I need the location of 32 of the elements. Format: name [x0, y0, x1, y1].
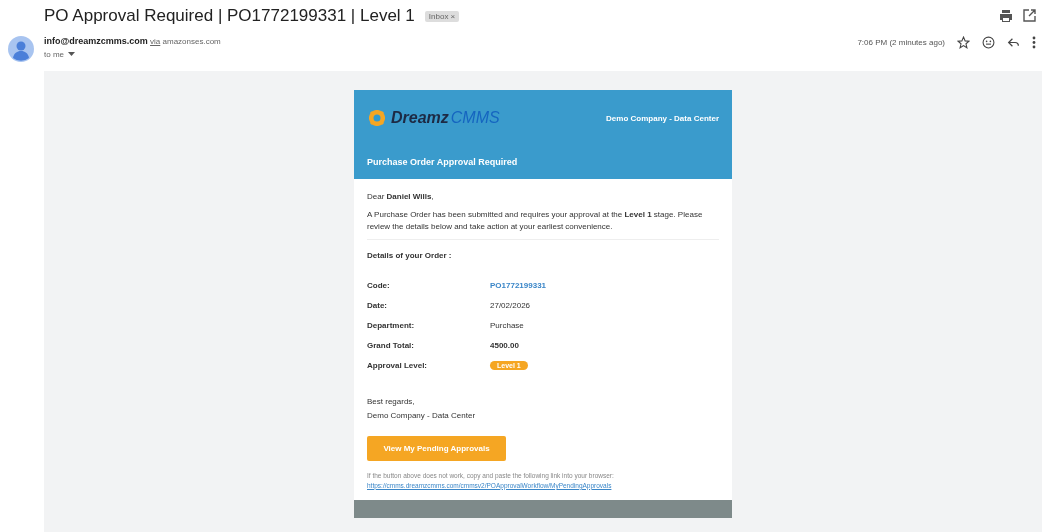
gear-logo-icon [367, 107, 387, 129]
caret-icon[interactable] [68, 52, 75, 57]
closing-text: Best regards, [367, 396, 416, 408]
detail-label: Approval Level: [367, 360, 428, 372]
greeting-text: Dear Daniel Wills, [367, 191, 435, 203]
print-icon[interactable] [999, 9, 1013, 23]
recipient-text: to me [44, 50, 64, 59]
email-heading: Purchase Order Approval Required [367, 157, 519, 167]
detail-value: 4500.00 [490, 341, 519, 350]
signature-text: Demo Company - Data Center [367, 410, 477, 422]
detail-value: 27/02/2026 [490, 301, 531, 310]
emoji-icon[interactable] [982, 36, 995, 49]
via-link[interactable]: via [150, 37, 161, 46]
company-name: Demo Company - Data Center [606, 113, 719, 123]
details-title: Details of your Order : [367, 250, 453, 262]
intro-paragraph: A Purchase Order has been submitted and requires your approval at the Level 1 stage. Please review the details below and take action at your earliest convenience. [367, 209, 704, 233]
sender-domain: amazonses.com [162, 37, 221, 46]
timestamp: 7:06 PM (2 minutes ago) [857, 38, 945, 47]
detail-label: Grand Total: [367, 340, 415, 352]
detail-value: Purchase [490, 321, 524, 330]
email-subject: PO Approval Required | PO1772199331 | Level 1 [44, 6, 415, 26]
avatar-icon [8, 36, 34, 62]
detail-label: Department: [367, 320, 416, 332]
reply-icon[interactable] [1007, 36, 1020, 49]
order-code-link[interactable]: PO1772199331 [490, 281, 547, 290]
open-in-new-window-icon[interactable] [1023, 9, 1036, 22]
sender-email: info@dreamzcmms.com [44, 36, 148, 46]
more-icon[interactable] [1032, 36, 1036, 49]
inbox-label[interactable]: Inbox × [424, 10, 460, 22]
detail-label: Code: [367, 280, 391, 292]
detail-label: Date: [367, 300, 388, 312]
star-icon[interactable] [957, 36, 970, 49]
